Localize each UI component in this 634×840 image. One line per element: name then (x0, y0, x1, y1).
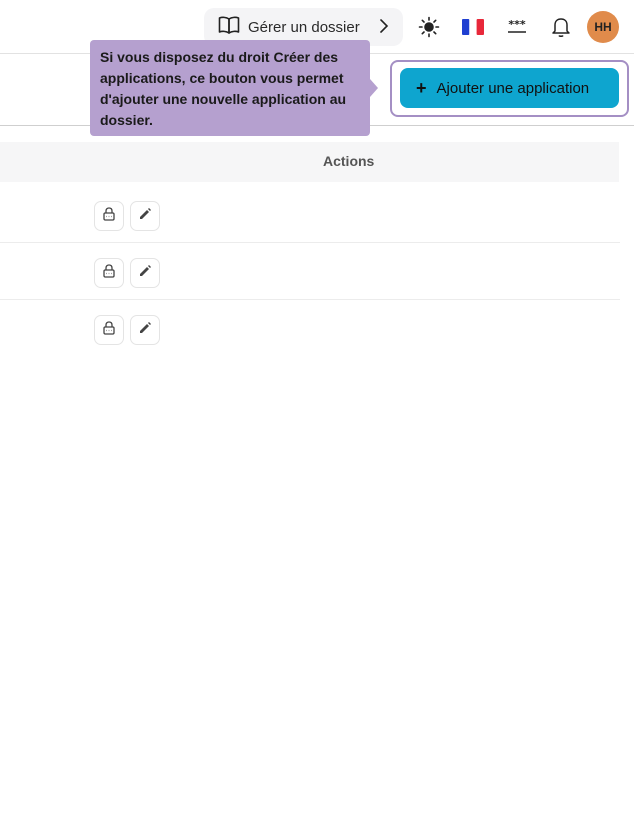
sun-icon[interactable] (414, 12, 444, 42)
plus-icon: + (416, 78, 427, 98)
tooltip-text: Si vous disposez du droit Créer des appl… (100, 49, 347, 128)
chevron-right-icon (379, 17, 389, 39)
add-application-button[interactable]: + Ajouter une application (400, 68, 619, 108)
table-row (0, 300, 620, 357)
lock-icon (102, 206, 116, 226)
table-row (0, 243, 620, 300)
avatar-initials: HH (594, 20, 612, 34)
tooltip-arrow (370, 79, 378, 97)
column-header-actions: Actions (323, 153, 375, 169)
table-header: Actions (0, 142, 619, 182)
table-row (0, 186, 620, 243)
lock-button[interactable] (94, 258, 124, 288)
bell-icon[interactable] (546, 12, 576, 42)
onboarding-tooltip: Si vous disposez du droit Créer des appl… (90, 40, 370, 136)
edit-button[interactable] (130, 258, 160, 288)
lock-icon (102, 263, 116, 283)
pencil-icon (138, 264, 152, 283)
add-application-label: Ajouter une application (436, 79, 590, 97)
france-flag-icon[interactable] (458, 12, 488, 42)
pencil-icon (138, 321, 152, 340)
svg-text:***: *** (508, 19, 526, 31)
lock-icon (102, 320, 116, 340)
edit-button[interactable] (130, 315, 160, 345)
avatar[interactable]: HH (587, 11, 619, 43)
password-icon[interactable]: *** (502, 12, 532, 42)
book-icon (218, 16, 240, 38)
pencil-icon (138, 207, 152, 226)
lock-button[interactable] (94, 315, 124, 345)
lock-button[interactable] (94, 201, 124, 231)
edit-button[interactable] (130, 201, 160, 231)
manage-folder-guide-label: Gérer un dossier (248, 18, 360, 36)
